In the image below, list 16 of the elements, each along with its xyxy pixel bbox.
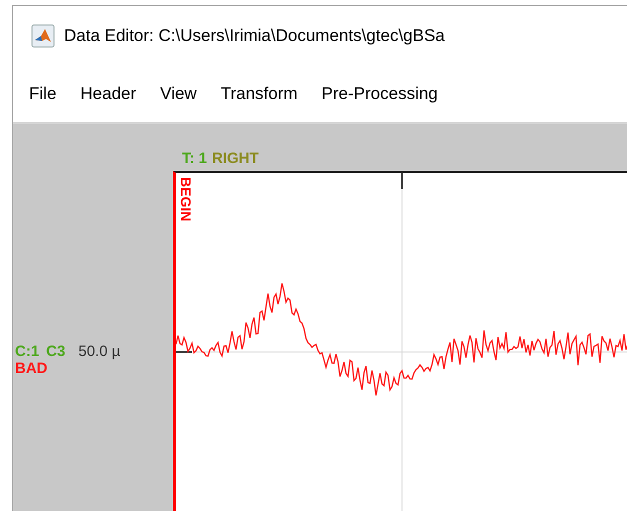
menu-item[interactable]: View <box>160 84 197 104</box>
trial-number: T: 1 <box>182 150 208 167</box>
window-title: Data Editor: C:\Users\Irimia\Documents\gtec\gBSa <box>64 26 445 46</box>
tick-mark <box>176 351 192 353</box>
menu-item[interactable]: Header <box>80 84 136 104</box>
begin-marker: BEGIN <box>178 177 194 222</box>
trial-class: RIGHT <box>212 150 259 167</box>
channel-index: C:1 <box>15 343 40 360</box>
flag-label: BAD <box>15 360 48 377</box>
scale-label: 50.0 µ <box>78 343 120 360</box>
menu-item[interactable]: Transform <box>220 84 298 104</box>
channel-name: C3 <box>46 343 66 360</box>
menu-item[interactable]: File <box>29 84 56 104</box>
tick-mark <box>401 173 403 189</box>
app-icon <box>31 24 55 48</box>
menu-item[interactable]: Pre-Processing <box>322 84 438 104</box>
